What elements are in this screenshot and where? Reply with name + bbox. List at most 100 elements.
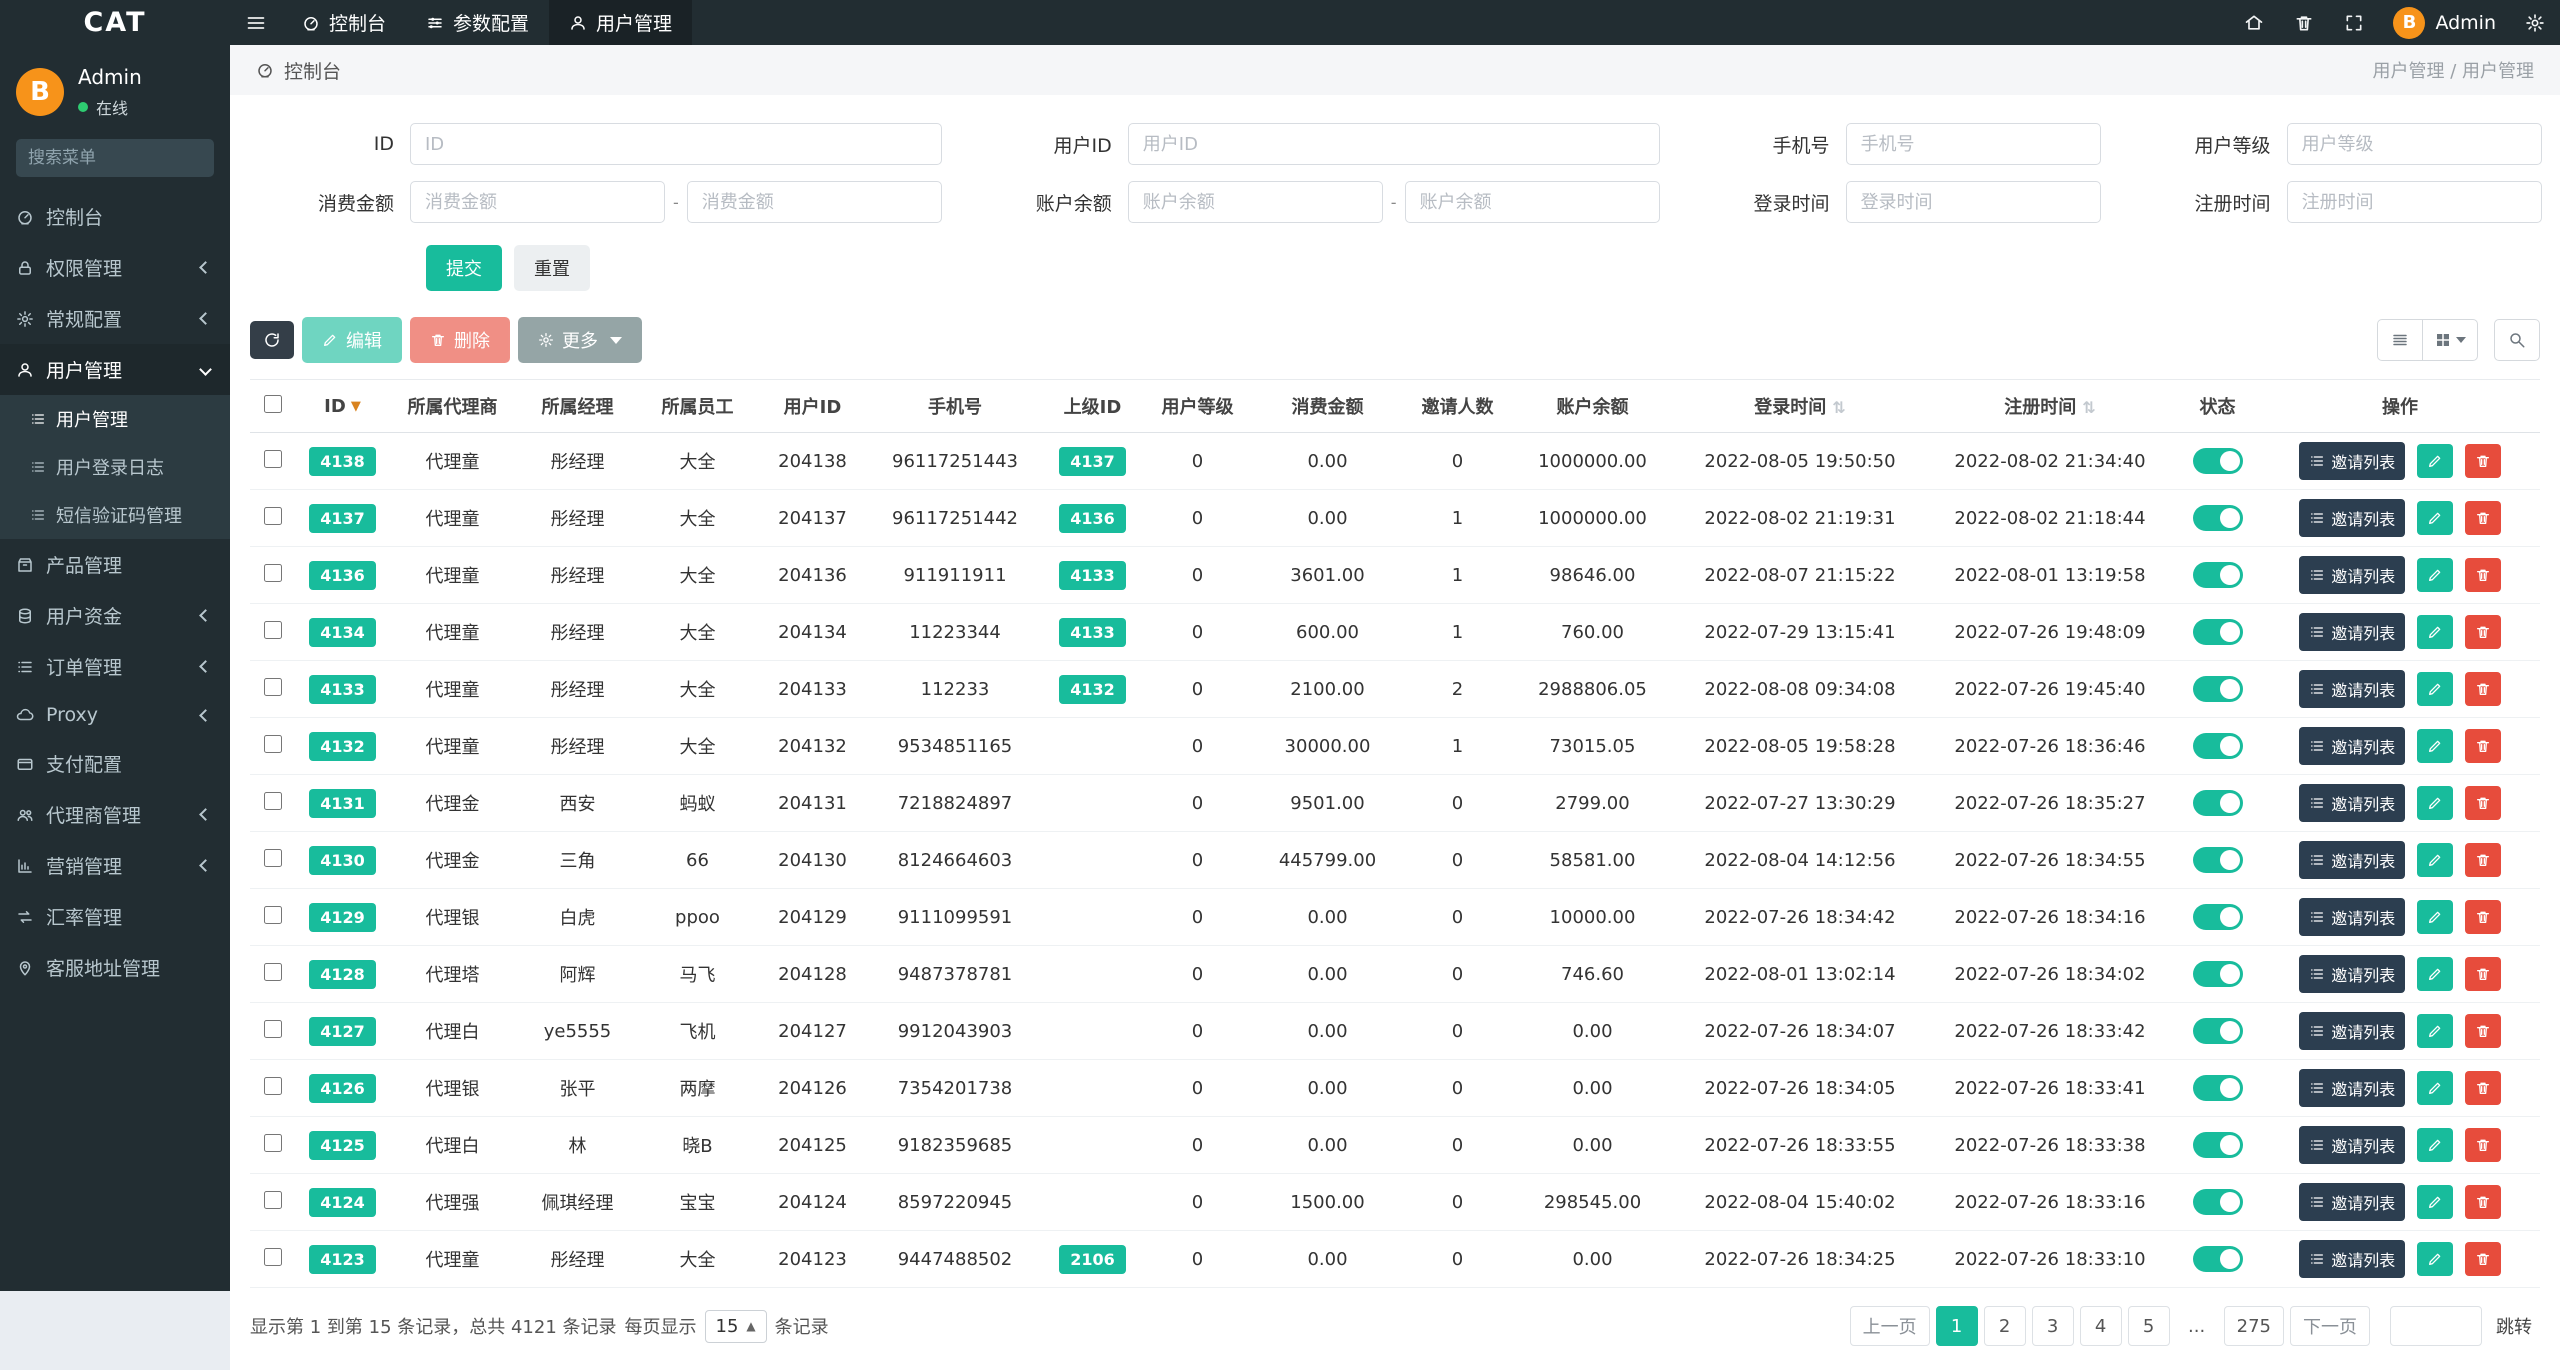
delete-row-button[interactable] — [2465, 558, 2501, 592]
col-header-actions[interactable]: 操作 — [2260, 380, 2540, 433]
invite-list-button[interactable]: 邀请列表 — [2299, 727, 2405, 765]
sidebar-item[interactable]: 权限管理 — [0, 242, 230, 293]
home-icon-button[interactable] — [2229, 0, 2279, 45]
delete-row-button[interactable] — [2465, 1128, 2501, 1162]
row-checkbox[interactable] — [264, 1077, 282, 1095]
invite-list-button[interactable]: 邀请列表 — [2299, 670, 2405, 708]
next-page-button[interactable]: 下一页 — [2290, 1306, 2370, 1346]
invite-list-button[interactable]: 邀请列表 — [2299, 1183, 2405, 1221]
edit-row-button[interactable] — [2417, 957, 2453, 991]
status-toggle[interactable] — [2193, 505, 2243, 531]
nav-item-console[interactable]: 控制台 — [282, 0, 406, 45]
edit-row-button[interactable] — [2417, 501, 2453, 535]
invite-list-button[interactable]: 邀请列表 — [2299, 1126, 2405, 1164]
sidebar-item[interactable]: 订单管理 — [0, 641, 230, 692]
status-toggle[interactable] — [2193, 448, 2243, 474]
balance-min-input[interactable] — [1128, 181, 1383, 223]
edit-row-button[interactable] — [2417, 615, 2453, 649]
row-checkbox[interactable] — [264, 963, 282, 981]
col-header-reg-time[interactable]: 注册时间⇅ — [1925, 380, 2175, 433]
row-checkbox[interactable] — [264, 678, 282, 696]
delete-row-button[interactable] — [2465, 501, 2501, 535]
delete-row-button[interactable] — [2465, 957, 2501, 991]
status-toggle[interactable] — [2193, 847, 2243, 873]
row-checkbox[interactable] — [264, 906, 282, 924]
sidebar-item[interactable]: 用户资金 — [0, 590, 230, 641]
edit-row-button[interactable] — [2417, 444, 2453, 478]
invite-list-button[interactable]: 邀请列表 — [2299, 556, 2405, 594]
col-header-login-time[interactable]: 登录时间⇅ — [1675, 380, 1925, 433]
status-toggle[interactable] — [2193, 961, 2243, 987]
col-header-user-id[interactable]: 用户ID — [755, 380, 870, 433]
more-button[interactable]: 更多 — [518, 317, 642, 363]
status-toggle[interactable] — [2193, 619, 2243, 645]
status-toggle[interactable] — [2193, 733, 2243, 759]
row-checkbox[interactable] — [264, 1134, 282, 1152]
sidebar-subitem[interactable]: 用户登录日志 — [0, 443, 230, 491]
status-toggle[interactable] — [2193, 790, 2243, 816]
page-button[interactable]: 3 — [2032, 1306, 2074, 1346]
sidebar-item[interactable]: 支付配置 — [0, 738, 230, 789]
col-header-level[interactable]: 用户等级 — [1145, 380, 1250, 433]
invite-list-button[interactable]: 邀请列表 — [2299, 613, 2405, 651]
invite-list-button[interactable]: 邀请列表 — [2299, 499, 2405, 537]
edit-row-button[interactable] — [2417, 1185, 2453, 1219]
invite-list-button[interactable]: 邀请列表 — [2299, 955, 2405, 993]
trash-icon-button[interactable] — [2279, 0, 2329, 45]
settings-icon-button[interactable] — [2510, 0, 2560, 45]
sidebar-item[interactable]: 汇率管理 — [0, 891, 230, 942]
prev-page-button[interactable]: 上一页 — [1850, 1306, 1930, 1346]
edit-row-button[interactable] — [2417, 1071, 2453, 1105]
status-toggle[interactable] — [2193, 1246, 2243, 1272]
delete-row-button[interactable] — [2465, 1071, 2501, 1105]
delete-row-button[interactable] — [2465, 1185, 2501, 1219]
nav-item-user-mgmt[interactable]: 用户管理 — [549, 0, 692, 45]
page-button[interactable]: 2 — [1984, 1306, 2026, 1346]
phone-input[interactable] — [1846, 123, 2101, 165]
table-search-button[interactable] — [2494, 319, 2540, 361]
jump-page-input[interactable] — [2390, 1306, 2482, 1346]
sidebar-item[interactable]: 控制台 — [0, 191, 230, 242]
edit-row-button[interactable] — [2417, 900, 2453, 934]
col-header-manager[interactable]: 所属经理 — [515, 380, 640, 433]
sidebar-subitem[interactable]: 用户管理 — [0, 395, 230, 443]
delete-row-button[interactable] — [2465, 900, 2501, 934]
page-button[interactable]: 4 — [2080, 1306, 2122, 1346]
col-header-status[interactable]: 状态 — [2175, 380, 2260, 433]
nav-item-params[interactable]: 参数配置 — [406, 0, 549, 45]
col-header-phone[interactable]: 手机号 — [870, 380, 1040, 433]
admin-user-menu[interactable]: B Admin — [2379, 0, 2510, 45]
consume-min-input[interactable] — [410, 181, 665, 223]
status-toggle[interactable] — [2193, 1189, 2243, 1215]
sidebar-item[interactable]: Proxy — [0, 692, 230, 738]
delete-row-button[interactable] — [2465, 786, 2501, 820]
invite-list-button[interactable]: 邀请列表 — [2299, 784, 2405, 822]
invite-list-button[interactable]: 邀请列表 — [2299, 1240, 2405, 1278]
col-header-consume[interactable]: 消费金额 — [1250, 380, 1405, 433]
edit-row-button[interactable] — [2417, 1014, 2453, 1048]
sidebar-item[interactable]: 常规配置 — [0, 293, 230, 344]
row-checkbox[interactable] — [264, 792, 282, 810]
status-toggle[interactable] — [2193, 1018, 2243, 1044]
edit-row-button[interactable] — [2417, 786, 2453, 820]
select-all-checkbox[interactable] — [264, 395, 282, 413]
status-toggle[interactable] — [2193, 1132, 2243, 1158]
row-checkbox[interactable] — [264, 1191, 282, 1209]
page-button[interactable]: 1 — [1936, 1306, 1978, 1346]
login-time-input[interactable] — [1846, 181, 2101, 223]
row-checkbox[interactable] — [264, 564, 282, 582]
invite-list-button[interactable]: 邀请列表 — [2299, 841, 2405, 879]
col-header-staff[interactable]: 所属员工 — [640, 380, 755, 433]
fullscreen-icon-button[interactable] — [2329, 0, 2379, 45]
row-checkbox[interactable] — [264, 849, 282, 867]
reg-time-input[interactable] — [2287, 181, 2542, 223]
submit-button[interactable]: 提交 — [426, 245, 502, 291]
delete-row-button[interactable] — [2465, 444, 2501, 478]
col-header-balance[interactable]: 账户余额 — [1510, 380, 1675, 433]
edit-row-button[interactable] — [2417, 729, 2453, 763]
delete-row-button[interactable] — [2465, 615, 2501, 649]
refresh-button[interactable] — [250, 321, 294, 359]
delete-button[interactable]: 删除 — [410, 317, 510, 363]
delete-row-button[interactable] — [2465, 843, 2501, 877]
sidebar-item[interactable]: 客服地址管理 — [0, 942, 230, 993]
